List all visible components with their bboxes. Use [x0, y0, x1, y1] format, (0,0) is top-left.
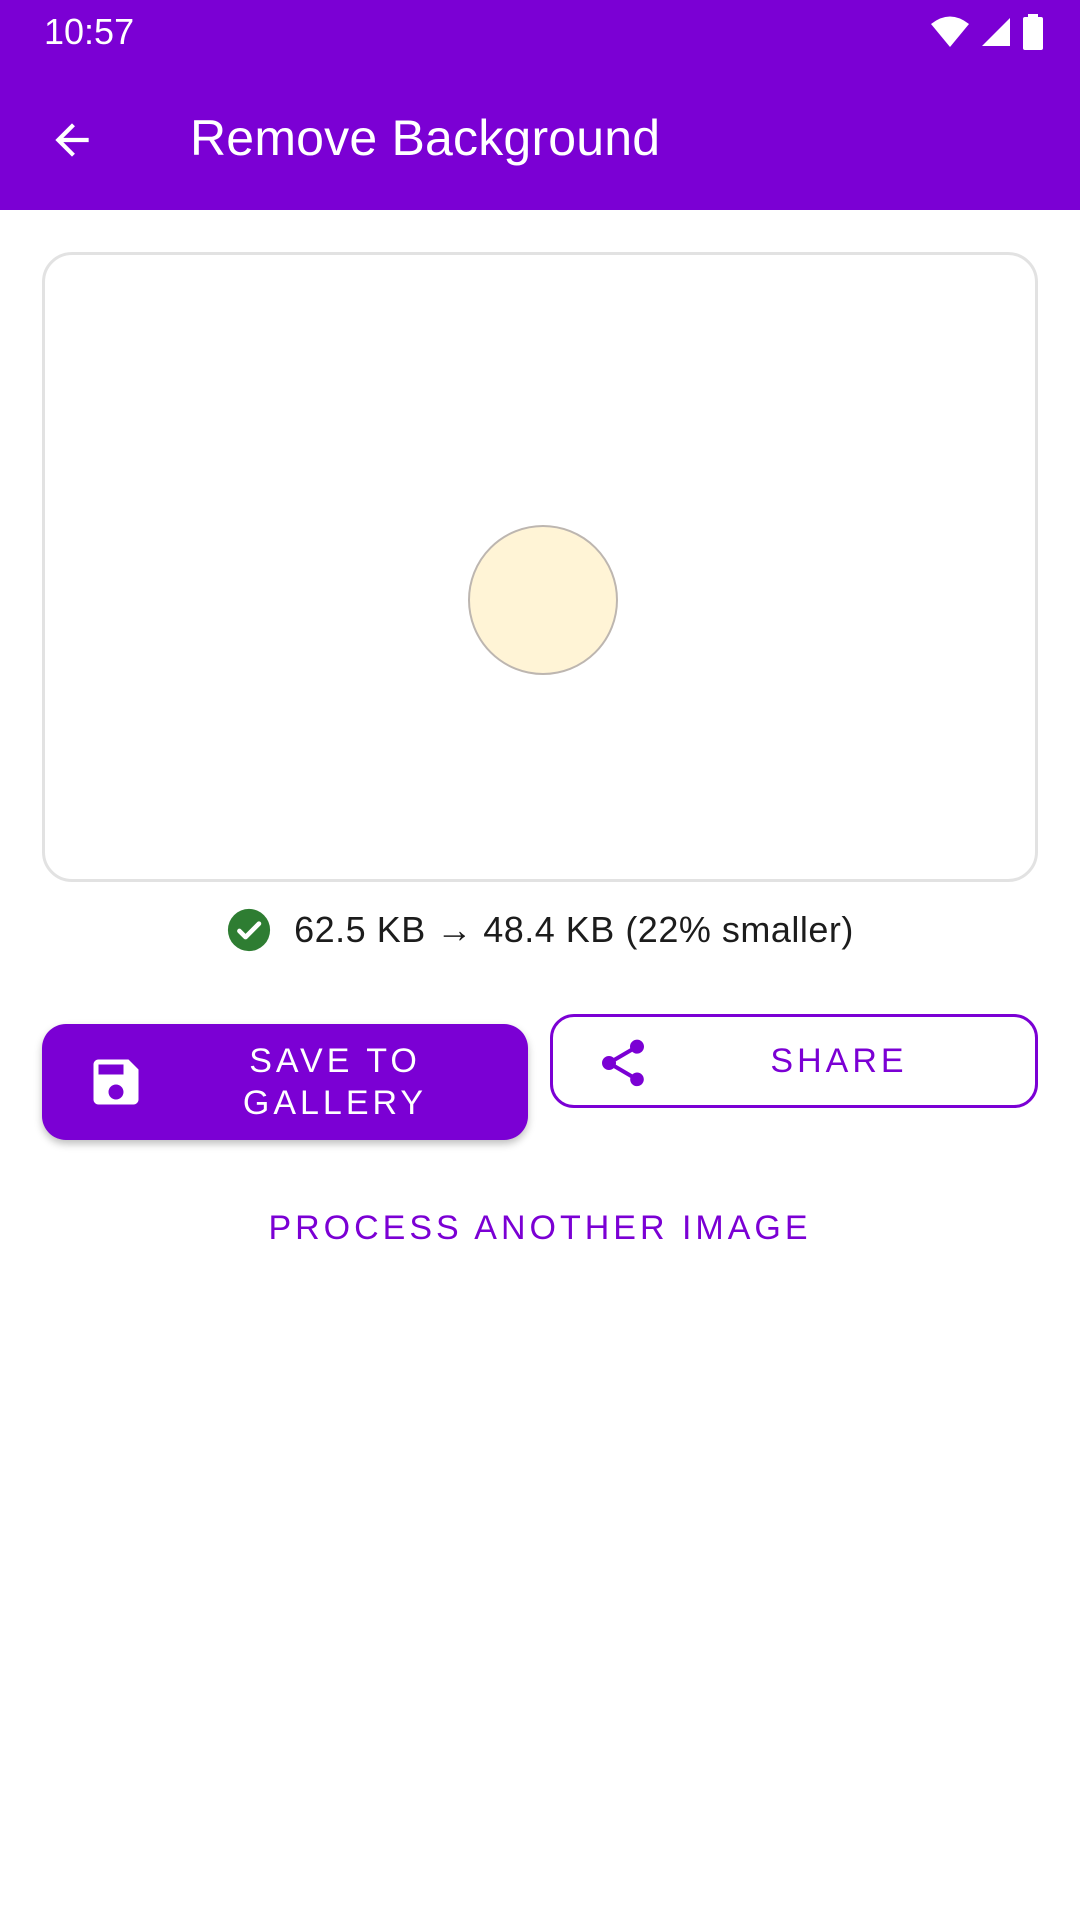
processed-image: [468, 525, 618, 675]
share-button[interactable]: SHARE: [550, 1014, 1038, 1108]
status-icons: [930, 12, 1044, 52]
save-button-label: SAVE TO GALLERY: [242, 1042, 428, 1122]
screen: 10:57 Remove Background 62.5 KB → 48.4 K…: [0, 0, 1080, 1920]
check-circle-icon: [228, 908, 271, 952]
status-time: 10:57: [44, 11, 135, 52]
page-title: Remove Background: [190, 110, 661, 166]
share-button-label: SHARE: [770, 1041, 908, 1080]
result-summary: 62.5 KB → 48.4 KB (22% smaller): [0, 902, 1080, 958]
status-bar: 10:57: [0, 0, 1080, 66]
process-another-image-button[interactable]: PROCESS ANOTHER IMAGE: [240, 1196, 840, 1260]
arrow-back-icon: [55, 123, 89, 157]
floppy-disk-icon: [93, 1059, 139, 1105]
save-to-gallery-button[interactable]: SAVE TO GALLERY: [42, 1024, 528, 1140]
image-preview-card: [42, 252, 1038, 882]
app-bar: Remove Background: [0, 66, 1080, 210]
back-button[interactable]: [30, 98, 114, 182]
file-size-result: 62.5 KB → 48.4 KB (22% smaller): [294, 909, 854, 950]
share-icon: [602, 1039, 644, 1087]
wifi-icon: [931, 16, 969, 47]
battery-icon: [1023, 14, 1043, 50]
cell-signal-icon: [982, 18, 1010, 46]
